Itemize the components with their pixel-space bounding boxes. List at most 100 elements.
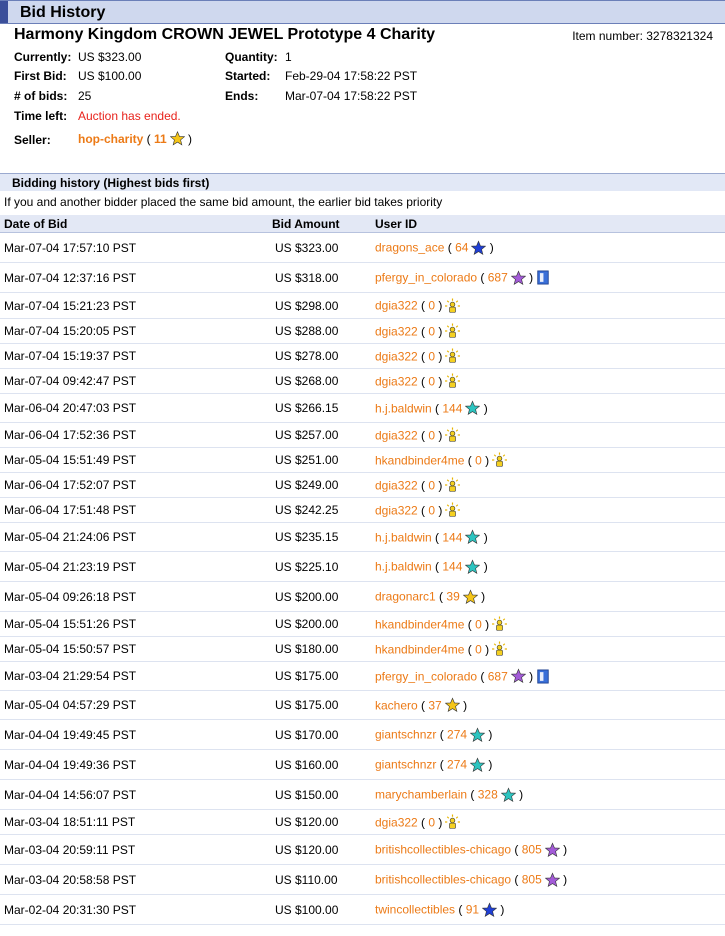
feedback-score-link[interactable]: 805 bbox=[522, 873, 542, 887]
bidder-user-id-link[interactable]: marychamberlain bbox=[375, 788, 467, 802]
yellow-star-icon[interactable] bbox=[169, 131, 185, 146]
bidder-user-id-link[interactable]: kachero bbox=[375, 698, 418, 712]
feedback-score-link[interactable]: 144 bbox=[442, 560, 462, 574]
bidder-user-id-link[interactable]: h.j.baldwin bbox=[375, 401, 432, 415]
feedback-score-link[interactable]: 144 bbox=[442, 401, 462, 415]
feedback-score-link[interactable]: 0 bbox=[475, 617, 482, 631]
feedback-score-link[interactable]: 0 bbox=[428, 815, 435, 829]
feedback-score-link[interactable]: 328 bbox=[478, 788, 498, 802]
feedback-score-link[interactable]: 91 bbox=[466, 903, 479, 917]
feedback-score-link[interactable]: 0 bbox=[475, 453, 482, 467]
bidder-user-id-link[interactable]: hkandbinder4me bbox=[375, 642, 464, 656]
turquoise-star-icon[interactable] bbox=[465, 400, 481, 416]
feedback-score-link[interactable]: 687 bbox=[488, 669, 508, 683]
new-user-icon[interactable] bbox=[492, 452, 508, 468]
new-user-icon[interactable] bbox=[445, 502, 461, 518]
blue-star-icon[interactable] bbox=[482, 902, 498, 917]
table-row: Mar-06-04 20:47:03 PST US $266.15 h.j.bald… bbox=[0, 394, 725, 423]
yellow-star-icon[interactable] bbox=[444, 697, 460, 713]
new-user-icon[interactable] bbox=[445, 373, 461, 389]
about-me-icon[interactable] bbox=[537, 669, 549, 683]
purple-star-icon[interactable] bbox=[510, 270, 526, 285]
seller-link[interactable]: hop-charity bbox=[78, 132, 143, 146]
paren-close: ) bbox=[481, 617, 490, 631]
about-me-icon[interactable] bbox=[537, 270, 549, 285]
feedback-score-link[interactable]: 39 bbox=[446, 590, 459, 604]
new-user-icon[interactable] bbox=[445, 323, 461, 339]
bidder-user-id-link[interactable]: britishcollectibles-chicago bbox=[375, 843, 511, 857]
bidder-user-id-link[interactable]: twincollectibles bbox=[375, 903, 455, 917]
seller-feedback-score[interactable]: 11 bbox=[154, 132, 167, 146]
turquoise-star-icon[interactable] bbox=[465, 529, 481, 545]
feedback-score-link[interactable]: 274 bbox=[447, 758, 467, 772]
feedback-score-link[interactable]: 0 bbox=[428, 503, 435, 517]
turquoise-star-icon[interactable] bbox=[470, 727, 486, 742]
bid-date: Mar-06-04 17:51:48 PST bbox=[4, 503, 137, 517]
turquoise-star-icon[interactable] bbox=[465, 559, 481, 574]
bidding-history-bar: Bidding history (Highest bids first) bbox=[0, 173, 725, 191]
table-row: Mar-05-04 15:51:49 PST US $251.00 hkandbin… bbox=[0, 448, 725, 473]
feedback-score-link[interactable]: 0 bbox=[428, 324, 435, 338]
new-user-icon[interactable] bbox=[492, 616, 508, 632]
new-user-icon[interactable] bbox=[445, 348, 461, 364]
table-row: Mar-07-04 17:57:10 PST US $323.00 dragons_… bbox=[0, 233, 725, 263]
turquoise-star-icon[interactable] bbox=[470, 757, 486, 772]
bidder-user-id-link[interactable]: dgia322 bbox=[375, 349, 418, 363]
new-user-icon[interactable] bbox=[445, 477, 461, 493]
bidder-user-id-link[interactable]: dragons_ace bbox=[375, 241, 444, 255]
feedback-score-link[interactable]: 687 bbox=[488, 271, 508, 285]
bid-date: Mar-02-04 20:31:30 PST bbox=[4, 902, 137, 917]
col-bid-amount: Bid Amount bbox=[272, 217, 340, 231]
bidder-user-id-link[interactable]: giantschnzr bbox=[375, 728, 436, 742]
bidder: dgia322 ( 0 ) bbox=[375, 814, 461, 830]
bidder-user-id-link[interactable]: dgia322 bbox=[375, 324, 418, 338]
bid-date: Mar-03-04 20:58:58 PST bbox=[4, 872, 137, 887]
yellow-star-icon[interactable] bbox=[462, 589, 478, 604]
purple-star-icon[interactable] bbox=[544, 872, 560, 887]
bidder-user-id-link[interactable]: pfergy_in_colorado bbox=[375, 669, 477, 683]
paren-open: ( bbox=[511, 872, 522, 887]
currently-label: Currently: bbox=[14, 50, 72, 64]
feedback-score-link[interactable]: 144 bbox=[442, 530, 462, 544]
new-user-icon[interactable] bbox=[492, 641, 508, 657]
paren-open: ( bbox=[417, 698, 429, 712]
feedback-score-link[interactable]: 805 bbox=[522, 843, 542, 857]
feedback-score-link[interactable]: 64 bbox=[455, 241, 468, 255]
turquoise-star-icon[interactable] bbox=[500, 787, 516, 802]
feedback-score-link[interactable]: 37 bbox=[428, 698, 441, 712]
table-row: Mar-07-04 15:20:05 PST US $288.00 dgia322 … bbox=[0, 319, 725, 344]
bidder-user-id-link[interactable]: dgia322 bbox=[375, 478, 418, 492]
bidder-user-id-link[interactable]: h.j.baldwin bbox=[375, 530, 432, 544]
bidder-user-id-link[interactable]: dgia322 bbox=[375, 299, 418, 313]
bidder-user-id-link[interactable]: h.j.baldwin bbox=[375, 560, 432, 574]
bidder-user-id-link[interactable]: britishcollectibles-chicago bbox=[375, 873, 511, 887]
bid-date: Mar-05-04 21:24:06 PST bbox=[4, 530, 137, 544]
purple-star-icon[interactable] bbox=[544, 842, 560, 857]
feedback-score-link[interactable]: 0 bbox=[428, 478, 435, 492]
bidder: britishcollectibles-chicago ( 805 ) bbox=[375, 872, 567, 887]
bidder-user-id-link[interactable]: hkandbinder4me bbox=[375, 453, 464, 467]
bidder-user-id-link[interactable]: dgia322 bbox=[375, 503, 418, 517]
bidder-user-id-link[interactable]: giantschnzr bbox=[375, 758, 436, 772]
feedback-score-link[interactable]: 0 bbox=[428, 374, 435, 388]
new-user-icon[interactable] bbox=[445, 814, 461, 830]
new-user-icon[interactable] bbox=[445, 427, 461, 443]
bidder-user-id-link[interactable]: dragonarc1 bbox=[375, 590, 436, 604]
bid-amount: US $268.00 bbox=[275, 374, 339, 388]
bidder-user-id-link[interactable]: dgia322 bbox=[375, 428, 418, 442]
blue-star-icon[interactable] bbox=[471, 240, 487, 255]
feedback-score-link[interactable]: 0 bbox=[428, 299, 435, 313]
feedback-score-link[interactable]: 0 bbox=[475, 642, 482, 656]
purple-star-icon[interactable] bbox=[510, 668, 526, 684]
bidder-user-id-link[interactable]: dgia322 bbox=[375, 815, 418, 829]
bidder-user-id-link[interactable]: pfergy_in_colorado bbox=[375, 271, 477, 285]
feedback-score-link[interactable]: 0 bbox=[428, 428, 435, 442]
bidder-user-id-link[interactable]: dgia322 bbox=[375, 374, 418, 388]
num-bids-value: 25 bbox=[78, 89, 92, 103]
paren-open: ( bbox=[477, 669, 488, 683]
feedback-score-link[interactable]: 0 bbox=[428, 349, 435, 363]
new-user-icon[interactable] bbox=[445, 298, 461, 313]
time-left-value: Auction has ended. bbox=[78, 109, 181, 123]
bidder-user-id-link[interactable]: hkandbinder4me bbox=[375, 617, 464, 631]
feedback-score-link[interactable]: 274 bbox=[447, 728, 467, 742]
